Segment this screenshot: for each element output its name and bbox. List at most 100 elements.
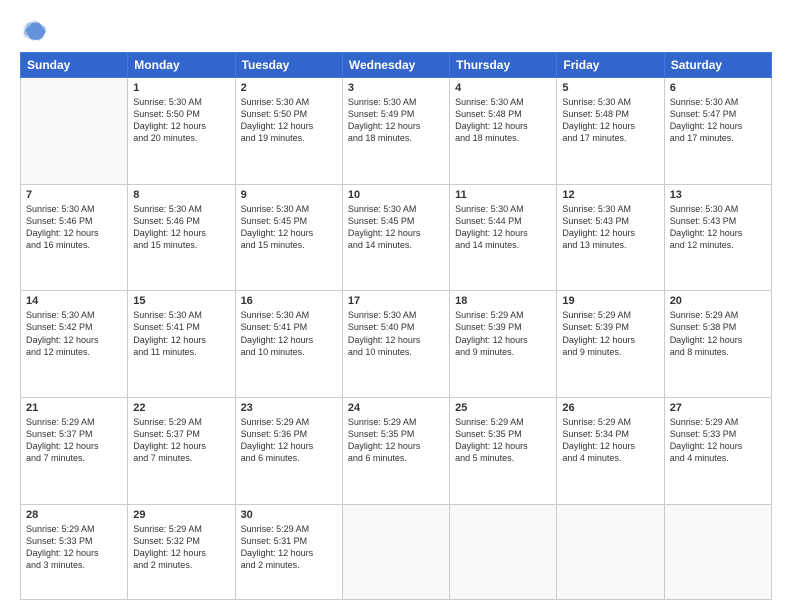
calendar-week-3: 21 Sunrise: 5:29 AM Sunset: 5:37 PM Dayli… (21, 397, 772, 504)
calendar-cell: 6Sunrise: 5:30 AM Sunset: 5:47 PM Daylig… (664, 78, 771, 185)
calendar-cell: 1Sunrise: 5:30 AM Sunset: 5:50 PM Daylig… (128, 78, 235, 185)
calendar-cell: 19 Sunrise: 5:29 AM Sunset: 5:39 PM Dayli… (557, 291, 664, 398)
cell-details: Sunrise: 5:30 AM Sunset: 5:50 PM Dayligh… (241, 96, 337, 145)
cell-details: Sunrise: 5:29 AM Sunset: 5:35 PM Dayligh… (455, 416, 551, 465)
day-number: 2 (241, 82, 337, 94)
logo (20, 16, 52, 44)
day-number: 22 (133, 402, 229, 414)
col-header-thursday: Thursday (450, 53, 557, 78)
calendar-header-row: SundayMondayTuesdayWednesdayThursdayFrid… (21, 53, 772, 78)
day-number: 25 (455, 402, 551, 414)
cell-details: Sunrise: 5:29 AM Sunset: 5:34 PM Dayligh… (562, 416, 658, 465)
calendar-cell: 17Sunrise: 5:30 AM Sunset: 5:40 PM Dayli… (342, 291, 449, 398)
calendar-cell: 3 Sunrise: 5:30 AM Sunset: 5:49 PM Daylig… (342, 78, 449, 185)
calendar-cell: 18 Sunrise: 5:29 AM Sunset: 5:39 PM Dayli… (450, 291, 557, 398)
calendar-cell (342, 504, 449, 599)
cell-details: Sunrise: 5:29 AM Sunset: 5:38 PM Dayligh… (670, 309, 766, 358)
day-number: 10 (348, 189, 444, 201)
cell-details: Sunrise: 5:29 AM Sunset: 5:33 PM Dayligh… (26, 523, 122, 572)
calendar-cell: 7 Sunrise: 5:30 AM Sunset: 5:46 PM Daylig… (21, 184, 128, 291)
cell-details: Sunrise: 5:30 AM Sunset: 5:48 PM Dayligh… (455, 96, 551, 145)
day-number: 4 (455, 82, 551, 94)
day-number: 21 (26, 402, 122, 414)
calendar-cell: 21 Sunrise: 5:29 AM Sunset: 5:37 PM Dayli… (21, 397, 128, 504)
day-number: 16 (241, 295, 337, 307)
calendar-cell: 25 Sunrise: 5:29 AM Sunset: 5:35 PM Dayli… (450, 397, 557, 504)
calendar-week-4: 28 Sunrise: 5:29 AM Sunset: 5:33 PM Dayli… (21, 504, 772, 599)
cell-details: Sunrise: 5:29 AM Sunset: 5:37 PM Dayligh… (133, 416, 229, 465)
calendar-week-0: 1 Sunrise: 5:30 AM Sunset: 5:50 PM Daylig… (21, 78, 772, 185)
day-number: 5 (562, 82, 658, 94)
calendar-cell: 29 Sunrise: 5:29 AM Sunset: 5:32 PM Dayli… (128, 504, 235, 599)
day-number: 18 (455, 295, 551, 307)
calendar-cell: 24Sunrise: 5:29 AM Sunset: 5:35 PM Dayli… (342, 397, 449, 504)
calendar-week-2: 14 Sunrise: 5:30 AM Sunset: 5:42 PM Dayli… (21, 291, 772, 398)
calendar-cell: 10Sunrise: 5:30 AM Sunset: 5:45 PM Dayli… (342, 184, 449, 291)
calendar-cell (664, 504, 771, 599)
day-number: 19 (562, 295, 658, 307)
calendar-cell: 14 Sunrise: 5:30 AM Sunset: 5:42 PM Dayli… (21, 291, 128, 398)
day-number: 7 (26, 189, 122, 201)
page: SundayMondayTuesdayWednesdayThursdayFrid… (0, 0, 792, 612)
calendar-cell (557, 504, 664, 599)
calendar-cell: 8 Sunrise: 5:30 AM Sunset: 5:46 PM Daylig… (128, 184, 235, 291)
day-number: 13 (670, 189, 766, 201)
cell-details: Sunrise: 5:29 AM Sunset: 5:31 PM Dayligh… (241, 523, 337, 572)
calendar-cell: 9 Sunrise: 5:30 AM Sunset: 5:45 PM Daylig… (235, 184, 342, 291)
cell-details: Sunrise: 5:29 AM Sunset: 5:39 PM Dayligh… (562, 309, 658, 358)
calendar-cell: 12Sunrise: 5:30 AM Sunset: 5:43 PM Dayli… (557, 184, 664, 291)
calendar-cell: 2 Sunrise: 5:30 AM Sunset: 5:50 PM Daylig… (235, 78, 342, 185)
col-header-wednesday: Wednesday (342, 53, 449, 78)
calendar-cell: 22 Sunrise: 5:29 AM Sunset: 5:37 PM Dayli… (128, 397, 235, 504)
day-number: 26 (562, 402, 658, 414)
day-number: 20 (670, 295, 766, 307)
cell-details: Sunrise: 5:30 AM Sunset: 5:44 PM Dayligh… (455, 203, 551, 252)
day-number: 12 (562, 189, 658, 201)
cell-details: Sunrise: 5:30 AM Sunset: 5:41 PM Dayligh… (241, 309, 337, 358)
cell-details: Sunrise: 5:30 AM Sunset: 5:45 PM Dayligh… (241, 203, 337, 252)
calendar-cell: 30 Sunrise: 5:29 AM Sunset: 5:31 PM Dayli… (235, 504, 342, 599)
day-number: 3 (348, 82, 444, 94)
col-header-sunday: Sunday (21, 53, 128, 78)
cell-details: Sunrise: 5:30 AM Sunset: 5:41 PM Dayligh… (133, 309, 229, 358)
day-number: 30 (241, 509, 337, 521)
cell-details: Sunrise: 5:30 AM Sunset: 5:46 PM Dayligh… (133, 203, 229, 252)
cell-details: Sunrise: 5:29 AM Sunset: 5:37 PM Dayligh… (26, 416, 122, 465)
calendar-table: SundayMondayTuesdayWednesdayThursdayFrid… (20, 52, 772, 600)
day-number: 23 (241, 402, 337, 414)
cell-details: Sunrise: 5:29 AM Sunset: 5:35 PM Dayligh… (348, 416, 444, 465)
calendar-cell: 26 Sunrise: 5:29 AM Sunset: 5:34 PM Dayli… (557, 397, 664, 504)
col-header-saturday: Saturday (664, 53, 771, 78)
cell-details: Sunrise: 5:30 AM Sunset: 5:40 PM Dayligh… (348, 309, 444, 358)
day-number: 27 (670, 402, 766, 414)
calendar-cell (450, 504, 557, 599)
day-number: 29 (133, 509, 229, 521)
day-number: 14 (26, 295, 122, 307)
day-number: 15 (133, 295, 229, 307)
calendar-cell: 13Sunrise: 5:30 AM Sunset: 5:43 PM Dayli… (664, 184, 771, 291)
cell-details: Sunrise: 5:30 AM Sunset: 5:42 PM Dayligh… (26, 309, 122, 358)
day-number: 8 (133, 189, 229, 201)
cell-details: Sunrise: 5:29 AM Sunset: 5:32 PM Dayligh… (133, 523, 229, 572)
day-number: 9 (241, 189, 337, 201)
col-header-monday: Monday (128, 53, 235, 78)
logo-icon (20, 16, 48, 44)
calendar-cell: 4 Sunrise: 5:30 AM Sunset: 5:48 PM Daylig… (450, 78, 557, 185)
calendar-cell (21, 78, 128, 185)
day-number: 28 (26, 509, 122, 521)
cell-details: Sunrise: 5:29 AM Sunset: 5:36 PM Dayligh… (241, 416, 337, 465)
day-number: 1 (133, 82, 229, 94)
calendar-cell: 16 Sunrise: 5:30 AM Sunset: 5:41 PM Dayli… (235, 291, 342, 398)
col-header-friday: Friday (557, 53, 664, 78)
cell-details: Sunrise: 5:30 AM Sunset: 5:49 PM Dayligh… (348, 96, 444, 145)
calendar-cell: 23 Sunrise: 5:29 AM Sunset: 5:36 PM Dayli… (235, 397, 342, 504)
header (20, 16, 772, 44)
cell-details: Sunrise: 5:30 AM Sunset: 5:46 PM Dayligh… (26, 203, 122, 252)
calendar-cell: 27Sunrise: 5:29 AM Sunset: 5:33 PM Dayli… (664, 397, 771, 504)
day-number: 11 (455, 189, 551, 201)
cell-details: Sunrise: 5:29 AM Sunset: 5:39 PM Dayligh… (455, 309, 551, 358)
cell-details: Sunrise: 5:30 AM Sunset: 5:48 PM Dayligh… (562, 96, 658, 145)
calendar-week-1: 7 Sunrise: 5:30 AM Sunset: 5:46 PM Daylig… (21, 184, 772, 291)
calendar-cell: 20 Sunrise: 5:29 AM Sunset: 5:38 PM Dayli… (664, 291, 771, 398)
calendar-cell: 11 Sunrise: 5:30 AM Sunset: 5:44 PM Dayli… (450, 184, 557, 291)
